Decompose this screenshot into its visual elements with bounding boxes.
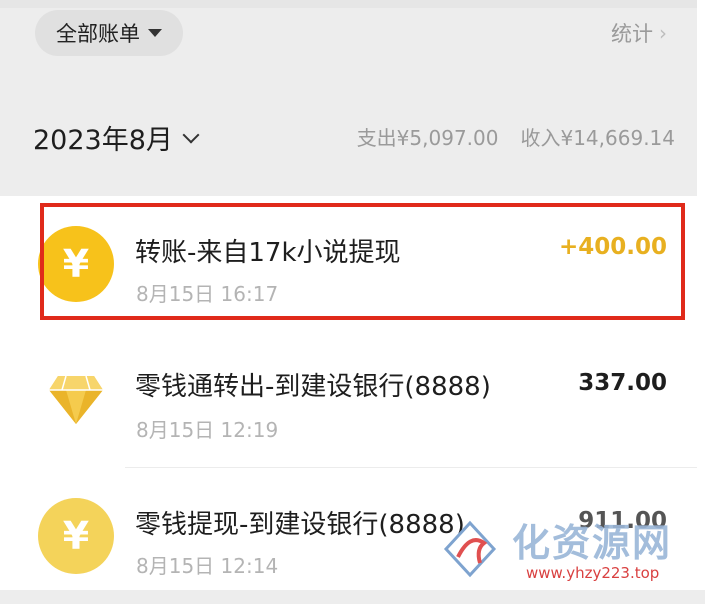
month-summary: 支出¥5,097.00 收入¥14,669.14 <box>357 122 675 151</box>
bill-filter-button[interactable]: 全部账单 <box>35 10 183 56</box>
transaction-title: 零钱提现-到建设银行(8888) <box>135 510 465 540</box>
right-edge <box>697 0 705 590</box>
top-strip <box>0 0 705 8</box>
watermark-logo-icon <box>443 520 497 578</box>
diamond-icon <box>38 362 114 438</box>
yuan-coin-icon: ¥ <box>38 498 114 574</box>
transaction-amount: 337.00 <box>578 370 667 396</box>
month-label: 2023年8月 <box>33 125 173 156</box>
chevron-right-icon: › <box>659 21 667 45</box>
transaction-time: 8月15日 12:14 <box>136 554 279 578</box>
month-selector[interactable]: 2023年8月 <box>33 118 200 157</box>
income-summary: 收入¥14,669.14 <box>520 126 675 150</box>
highlight-box <box>40 203 685 320</box>
bill-filter-label: 全部账单 <box>56 22 140 46</box>
transaction-time: 8月15日 12:19 <box>136 418 279 442</box>
stats-link[interactable]: 统计 › <box>611 18 667 48</box>
transaction-row[interactable]: 零钱通转出-到建设银行(8888) 8月15日 12:19 337.00 <box>0 332 697 468</box>
stats-label: 统计 <box>611 22 653 46</box>
watermark: 化资源网 www.yhzy223.top <box>440 510 695 588</box>
watermark-text: 化资源网 <box>512 521 673 565</box>
transaction-title: 零钱通转出-到建设银行(8888) <box>135 372 491 402</box>
chevron-down-icon <box>182 126 200 143</box>
caret-down-icon <box>148 29 162 37</box>
watermark-url: www.yhzy223.top <box>522 564 664 582</box>
expense-summary: 支出¥5,097.00 <box>356 126 499 150</box>
